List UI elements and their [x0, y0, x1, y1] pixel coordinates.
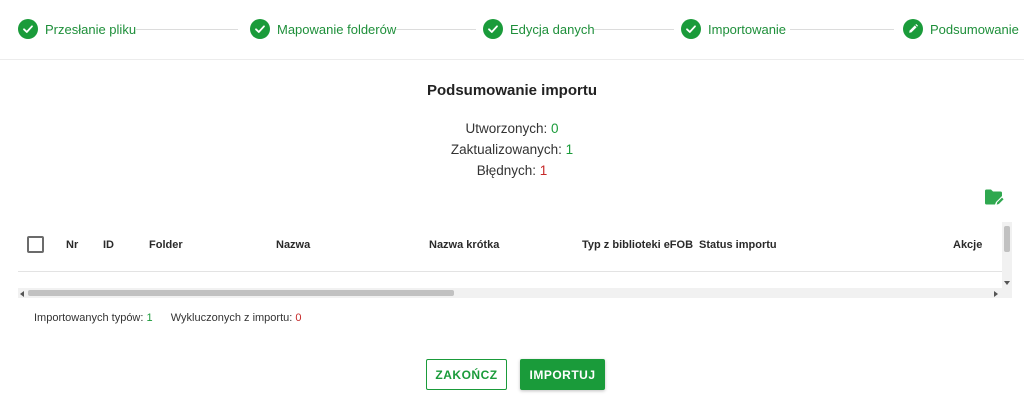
pencil-icon: [903, 19, 923, 39]
step-label: Przesłanie pliku: [45, 21, 137, 37]
summary-errors: Błędnych: 1: [0, 163, 1024, 178]
imported-types-label: Importowanych typów:: [34, 312, 144, 324]
import-stepper: Przesłanie pliku Mapowanie folderów Edyc…: [0, 0, 1024, 60]
check-icon: [681, 19, 701, 39]
select-all-checkbox[interactable]: [27, 236, 44, 253]
created-label: Utworzonych:: [465, 121, 548, 136]
created-value: 0: [551, 121, 559, 136]
column-header-short-name[interactable]: Nazwa krótka: [429, 239, 499, 251]
horizontal-scroll-thumb[interactable]: [28, 290, 454, 296]
column-header-actions[interactable]: Akcje: [953, 239, 982, 251]
step-summary[interactable]: Podsumowanie: [903, 18, 1019, 40]
step-importing[interactable]: Importowanie: [681, 18, 786, 40]
table-header: Nr ID Folder Nazwa Nazwa krótka Typ z bi…: [18, 222, 1002, 272]
step-upload-file[interactable]: Przesłanie pliku: [18, 18, 136, 40]
import-table: Nr ID Folder Nazwa Nazwa krótka Typ z bi…: [18, 222, 1012, 298]
step-data-editing[interactable]: Edycja danych: [483, 18, 595, 40]
scroll-left-arrow[interactable]: [20, 291, 24, 297]
check-icon: [18, 19, 38, 39]
finish-button[interactable]: ZAKOŃCZ: [426, 359, 507, 390]
vertical-scrollbar[interactable]: [1002, 222, 1012, 292]
step-connector: [594, 29, 674, 30]
horizontal-scrollbar[interactable]: [18, 288, 1002, 298]
column-header-id[interactable]: ID: [103, 239, 114, 251]
step-label: Mapowanie folderów: [277, 21, 397, 37]
step-folder-mapping[interactable]: Mapowanie folderów: [250, 18, 396, 40]
step-label: Podsumowanie: [930, 21, 1019, 37]
column-header-import-status[interactable]: Status importu: [699, 239, 777, 251]
step-connector: [136, 29, 238, 30]
column-header-folder[interactable]: Folder: [149, 239, 183, 251]
summary-created: Utworzonych: 0: [0, 121, 1024, 136]
step-label: Importowanie: [708, 21, 787, 37]
import-button[interactable]: IMPORTUJ: [520, 359, 605, 390]
excluded-value: 0: [295, 312, 302, 324]
column-header-efob-type[interactable]: Typ z biblioteki eFOB: [582, 239, 693, 251]
step-label: Edycja danych: [510, 21, 595, 37]
summary-title: Podsumowanie importu: [426, 82, 597, 99]
updated-label: Zaktualizowanych:: [450, 142, 562, 157]
errors-value: 1: [539, 163, 548, 178]
vertical-scroll-thumb[interactable]: [1004, 226, 1010, 252]
scroll-right-arrow[interactable]: [994, 291, 998, 297]
updated-value: 1: [565, 142, 574, 157]
column-header-nr[interactable]: Nr: [66, 239, 78, 251]
column-header-name[interactable]: Nazwa: [276, 239, 310, 251]
step-connector: [790, 29, 894, 30]
check-icon: [250, 19, 270, 39]
folder-edit-icon[interactable]: [984, 188, 1004, 206]
step-connector: [396, 29, 476, 30]
check-icon: [483, 19, 503, 39]
summary-updated: Zaktualizowanych: 1: [0, 142, 1024, 157]
imported-types-value: 1: [146, 312, 153, 324]
scroll-down-arrow[interactable]: [1004, 281, 1010, 285]
excluded-label: Wykluczonych z importu:: [170, 312, 293, 324]
import-counts: Importowanych typów: 1 Wykluczonych z im…: [34, 312, 302, 324]
errors-label: Błędnych:: [476, 163, 536, 178]
scrollbar-corner: [1002, 288, 1012, 298]
